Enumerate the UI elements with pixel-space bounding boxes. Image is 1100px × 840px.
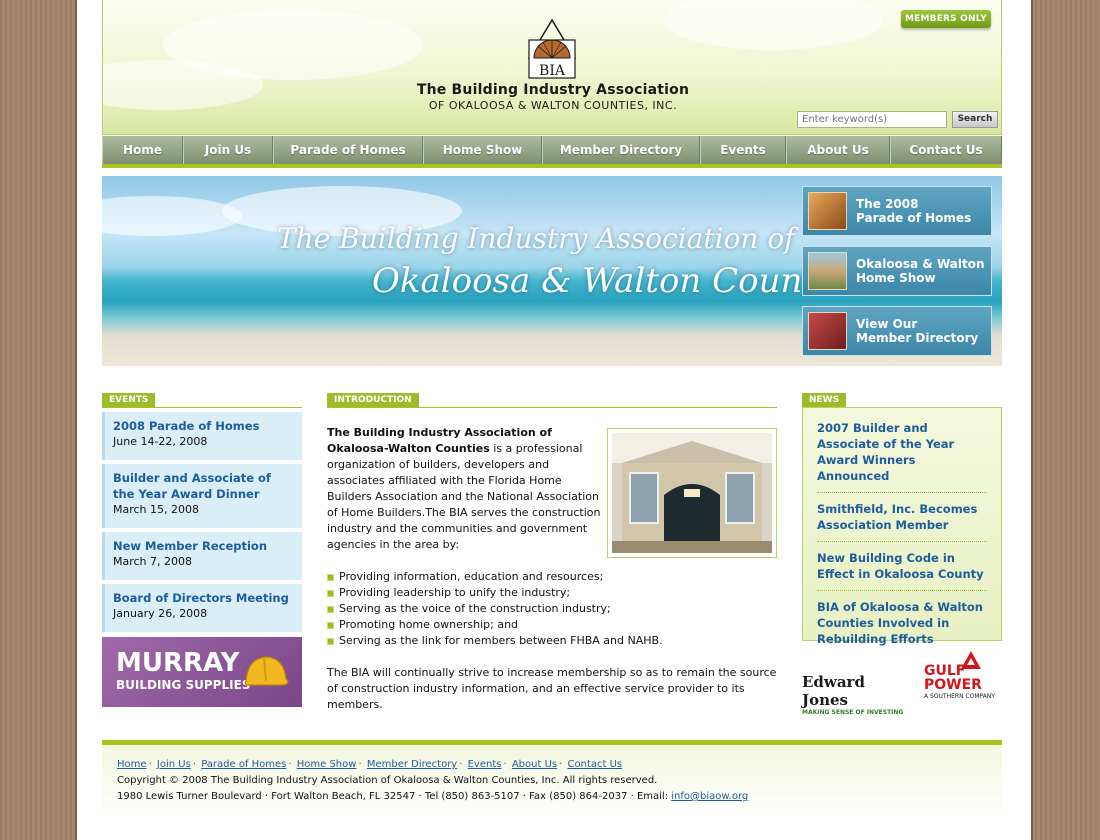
building-image [612, 433, 772, 553]
list-item: Providing information, education and res… [327, 569, 777, 585]
header-cloud [663, 0, 883, 50]
event-item[interactable]: Builder and Associate of the Year Award … [102, 464, 302, 528]
nav-home-show[interactable]: Home Show [423, 136, 542, 164]
logo-text: BIA [539, 63, 566, 79]
footer-address: 1980 Lewis Turner Boulevard · Fort Walto… [117, 791, 672, 802]
footer-link-home[interactable]: Home [117, 759, 147, 770]
event-item[interactable]: New Member Reception March 7, 2008 [102, 532, 302, 580]
footer-link-member-directory[interactable]: Member Directory [367, 759, 457, 770]
footer-email-link[interactable]: info@biaow.org [671, 791, 748, 802]
edward-jones-tagline: MAKING SENSE OF INVESTING [802, 709, 904, 716]
news-link[interactable]: 2007 Builder and Associate of the Year A… [817, 416, 987, 493]
home-show-thumb-image [808, 252, 847, 290]
event-date: March 15, 2008 [113, 503, 200, 516]
intro-paragraph: The Building Industry Association of Oka… [327, 425, 605, 553]
intro-heading: INTRODUCTION [327, 393, 419, 407]
section-rule [327, 407, 777, 408]
page-container: MEMBERS ONLY BIA The Building Industry A… [75, 0, 1033, 840]
gulf-power-name-1: GULF [924, 663, 966, 679]
news-heading: NEWS [802, 393, 847, 407]
promo-line: Member Directory [856, 331, 979, 345]
event-title[interactable]: Builder and Associate of the Year Award … [113, 470, 294, 502]
directory-thumb-image [808, 312, 847, 350]
intro-header: INTRODUCTION [327, 392, 777, 408]
footer-link-join-us[interactable]: Join Us [157, 759, 191, 770]
gulf-power-name-2: POWER [924, 677, 982, 693]
nav-events[interactable]: Events [700, 136, 786, 164]
list-item: Serving as the voice of the construction… [327, 601, 777, 617]
banner-title-line1: The Building Industry Association of [277, 222, 795, 255]
intro-body: is a professional organization of builde… [327, 442, 601, 551]
nav-contact-us[interactable]: Contact Us [890, 136, 1002, 164]
banner-title-line2: Okaloosa & Walton Counties [372, 261, 865, 301]
header: MEMBERS ONLY BIA The Building Industry A… [102, 0, 1002, 135]
search-button[interactable]: Search [952, 111, 998, 128]
news-header: NEWS [802, 392, 1002, 407]
promo-member-directory[interactable]: View Our Member Directory [802, 306, 992, 356]
news-link[interactable]: BIA of Okaloosa & Walton Counties Involv… [817, 595, 987, 655]
footer-link-contact-us[interactable]: Contact Us [568, 759, 623, 770]
news-link[interactable]: Smithfield, Inc. Becomes Association Mem… [817, 497, 987, 542]
event-item[interactable]: 2008 Parade of Homes June 14-22, 2008 [102, 412, 302, 460]
org-subtitle: OF OKALOOSA & WALTON COUNTIES, INC. [428, 99, 678, 112]
banner-cloud [102, 196, 242, 236]
intro-bullet-list: Providing information, education and res… [327, 569, 777, 649]
footer-link-about-us[interactable]: About Us [512, 759, 557, 770]
promo-line: Okaloosa & Walton [856, 257, 985, 271]
promo-parade-of-homes[interactable]: The 2008 Parade of Homes [802, 186, 992, 236]
hero-banner: The Building Industry Association of Oka… [102, 176, 1002, 366]
edward-jones-logo[interactable]: Edward Jones MAKING SENSE OF INVESTING [802, 673, 912, 716]
event-date: March 7, 2008 [113, 555, 193, 568]
event-title[interactable]: Board of Directors Meeting [113, 590, 294, 606]
nav-member-directory[interactable]: Member Directory [542, 136, 700, 164]
bia-logo-icon[interactable]: BIA [527, 18, 577, 80]
nav-parade-of-homes[interactable]: Parade of Homes [273, 136, 423, 164]
promo-line: View Our [856, 317, 918, 331]
nav-about-us[interactable]: About Us [786, 136, 890, 164]
list-item: Providing leadership to unify the indust… [327, 585, 777, 601]
edward-jones-name: Edward Jones [802, 673, 865, 709]
promo-line: Parade of Homes [856, 211, 972, 225]
nav-join-us[interactable]: Join Us [183, 136, 273, 164]
event-date: June 14-22, 2008 [113, 435, 208, 448]
section-rule [102, 407, 302, 408]
footer-link-events[interactable]: Events [468, 759, 502, 770]
building-photo [607, 428, 777, 558]
promo-line: The 2008 [856, 197, 919, 211]
parade-thumb-image [808, 192, 847, 230]
events-header: EVENTS [102, 392, 302, 408]
list-item: Promoting home ownership; and [327, 617, 777, 633]
hard-hat-icon [244, 656, 289, 686]
footer: Home · Join Us · Parade of Homes · Home Sho… [102, 740, 1002, 820]
event-title[interactable]: New Member Reception [113, 538, 294, 554]
footer-link-parade-of-homes[interactable]: Parade of Homes [201, 759, 286, 770]
org-name: The Building Industry Association [416, 82, 690, 98]
sponsor-name: MURRAY [116, 648, 240, 678]
promo-home-show[interactable]: Okaloosa & Walton Home Show [802, 246, 992, 296]
events-heading: EVENTS [102, 393, 156, 407]
members-only-button[interactable]: MEMBERS ONLY [901, 10, 991, 28]
footer-link-home-show[interactable]: Home Show [297, 759, 357, 770]
list-item: Serving as the link for members between … [327, 633, 777, 649]
footer-links: Home · Join Us · Parade of Homes · Home Sho… [117, 759, 623, 770]
event-title[interactable]: 2008 Parade of Homes [113, 418, 294, 434]
sponsor-subtitle: BUILDING SUPPLIES [116, 678, 251, 692]
promo-line: Home Show [856, 271, 936, 285]
news-link[interactable]: New Building Code in Effect in Okaloosa … [817, 546, 987, 591]
footer-copyright: Copyright © 2008 The Building Industry A… [117, 775, 658, 786]
event-item[interactable]: Board of Directors Meeting January 26, 2… [102, 584, 302, 632]
nav-home[interactable]: Home [102, 136, 183, 164]
news-box: 2007 Builder and Associate of the Year A… [802, 407, 1002, 646]
main-nav: Home Join Us Parade of Homes Home Show M… [102, 136, 1002, 168]
murray-sponsor-ad[interactable]: MURRAY BUILDING SUPPLIES [102, 637, 302, 707]
intro-closing: The BIA will continually strive to incre… [327, 666, 777, 711]
search-input[interactable] [797, 111, 947, 128]
event-date: January 26, 2008 [113, 607, 208, 620]
footer-address-line: 1980 Lewis Turner Boulevard · Fort Walto… [117, 789, 987, 805]
gulf-power-tagline: A SOUTHERN COMPANY [924, 693, 996, 700]
